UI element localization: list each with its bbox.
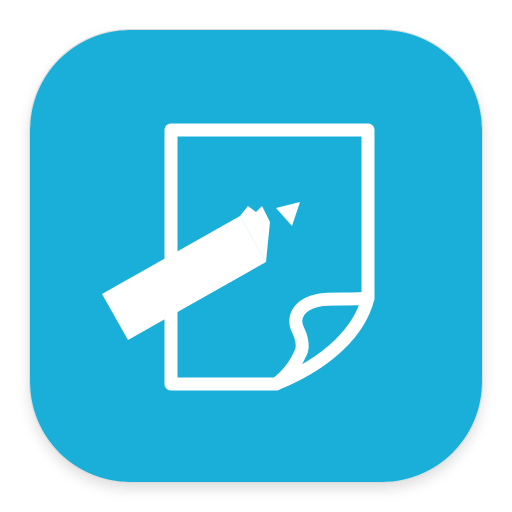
app-icon[interactable] xyxy=(30,30,482,482)
icon-canvas xyxy=(0,0,512,512)
notes-edit-icon xyxy=(30,30,482,482)
